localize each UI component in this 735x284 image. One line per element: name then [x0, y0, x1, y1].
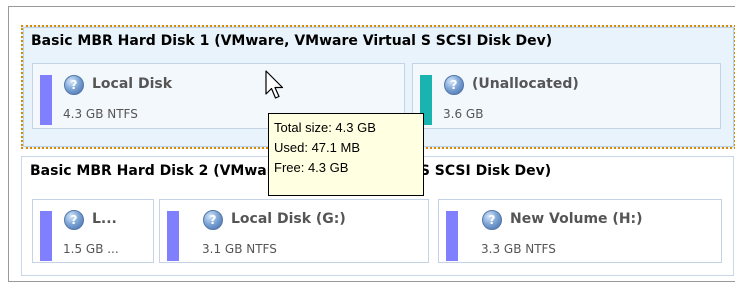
- partition-new-volume-h[interactable]: ? New Volume (H:) 3.3 GB NTFS: [438, 199, 722, 263]
- tooltip-used: Used: 47.1 MB: [274, 140, 360, 155]
- disk-info-icon: ?: [64, 210, 84, 230]
- partition-usage-bar: [446, 211, 458, 261]
- partition-tooltip: Total size: 4.3 GB Used: 47.1 MB Free: 4…: [268, 113, 424, 196]
- partition-name: (Unallocated): [472, 76, 579, 92]
- partition-name: New Volume (H:): [510, 211, 643, 227]
- partition-unallocated[interactable]: ? (Unallocated) 3.6 GB: [412, 63, 721, 129]
- disk-info-icon: ?: [482, 210, 502, 230]
- partition-size: 3.1 GB NTFS: [202, 242, 277, 256]
- partition-local-disk-g[interactable]: ? Local Disk (G:) 3.1 GB NTFS: [159, 199, 429, 263]
- disk-1-title: Basic MBR Hard Disk 1 (VMware, VMware Vi…: [31, 33, 553, 49]
- disk-info-icon: ?: [203, 210, 223, 230]
- disk-info-icon: ?: [444, 75, 464, 95]
- partition-size: 3.6 GB: [443, 107, 484, 121]
- partition-usage-bar: [40, 211, 52, 261]
- partition-usage-bar: [40, 75, 52, 125]
- tooltip-free: Free: 4.3 GB: [274, 160, 349, 175]
- partition-truncated[interactable]: ? L... 1.5 GB ...: [32, 199, 154, 263]
- partition-size: 3.3 GB NTFS: [481, 242, 556, 256]
- partition-usage-bar: [167, 211, 179, 261]
- partition-name: L...: [92, 211, 117, 227]
- arrow-cursor-icon: [265, 70, 284, 99]
- disk-info-icon: ?: [64, 75, 84, 95]
- partition-name: Local Disk: [92, 76, 173, 92]
- tooltip-total-size: Total size: 4.3 GB: [274, 120, 376, 135]
- partition-size: 1.5 GB ...: [63, 242, 119, 256]
- partition-name: Local Disk (G:): [231, 211, 346, 227]
